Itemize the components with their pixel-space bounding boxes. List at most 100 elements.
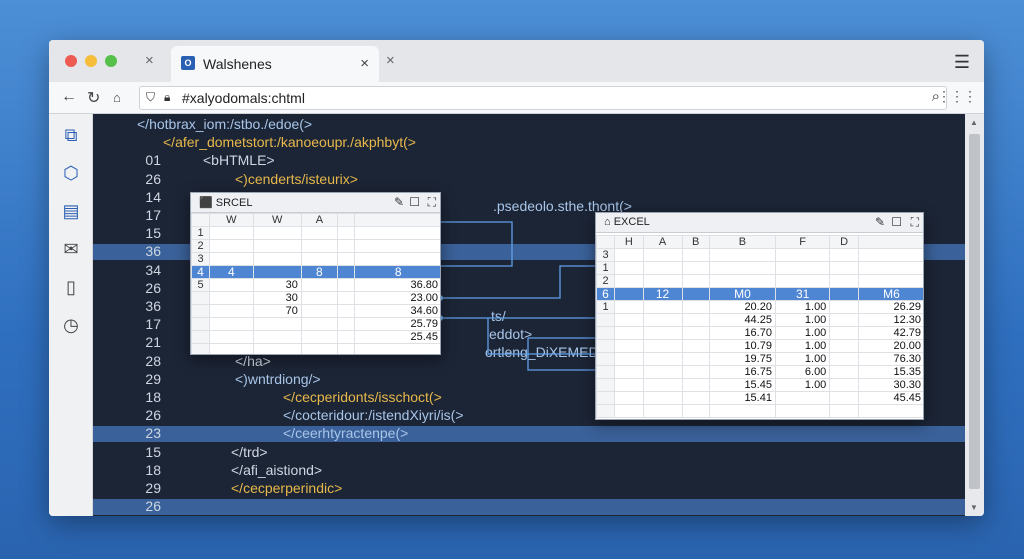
cell[interactable]: 30 — [252, 291, 302, 305]
cell[interactable] — [681, 274, 710, 288]
cell[interactable] — [336, 330, 356, 344]
cell[interactable] — [642, 365, 683, 379]
cell[interactable] — [252, 330, 302, 344]
row-number[interactable] — [596, 339, 615, 353]
table-row[interactable]: 44 8 8 — [191, 265, 440, 279]
code-line[interactable]: </afi_aistiond> — [231, 462, 322, 478]
cell[interactable] — [300, 239, 338, 253]
expand-icon[interactable]: ⛶ — [911, 215, 919, 230]
cell[interactable] — [614, 326, 644, 340]
cell[interactable] — [252, 252, 302, 266]
row-number[interactable]: 5 — [191, 278, 210, 292]
cell[interactable] — [681, 261, 710, 275]
row-number[interactable] — [191, 330, 210, 344]
cell[interactable] — [642, 352, 683, 366]
cell[interactable] — [642, 261, 683, 275]
close-tab-icon[interactable]: × — [360, 55, 369, 72]
row-number[interactable]: 3 — [596, 248, 615, 262]
mail-icon[interactable]: ✉ — [49, 230, 93, 268]
cell[interactable] — [300, 317, 338, 331]
table-row[interactable]: 3 — [191, 252, 440, 266]
code-line[interactable]: </trd> — [231, 444, 268, 460]
table-row[interactable]: 2 — [191, 239, 440, 253]
cell[interactable] — [681, 339, 710, 353]
cell[interactable] — [681, 248, 710, 262]
cell[interactable] — [614, 274, 644, 288]
cell[interactable]: 12.30 — [857, 313, 923, 327]
clock-icon[interactable]: ◷ — [49, 306, 93, 344]
cell[interactable]: 6.00 — [774, 365, 831, 379]
column-header[interactable]: F — [774, 235, 831, 249]
cell[interactable]: 1.00 — [774, 326, 831, 340]
minimize-window-button[interactable] — [85, 55, 97, 67]
cell[interactable] — [829, 313, 859, 327]
cell[interactable] — [614, 261, 644, 275]
cell[interactable] — [642, 378, 683, 392]
sheet-grid[interactable]: H A B B F D 3 1 2 6 12 M0 31 M6 1 20.20 1.00 26.29 44.25 1.… — [596, 235, 923, 418]
cell[interactable]: 25.45 — [354, 330, 440, 344]
row-number[interactable]: 2 — [596, 274, 615, 288]
cell[interactable] — [642, 248, 683, 262]
row-number[interactable] — [191, 291, 210, 305]
cell[interactable]: 1.00 — [774, 352, 831, 366]
cell[interactable] — [681, 404, 710, 418]
table-row[interactable]: 16.70 1.00 42.79 — [596, 326, 923, 340]
cell[interactable] — [209, 291, 254, 305]
cell[interactable] — [681, 300, 710, 314]
cell[interactable] — [642, 391, 683, 405]
cell[interactable] — [708, 274, 776, 288]
cell[interactable]: 26.29 — [857, 300, 923, 314]
cell[interactable] — [209, 330, 254, 344]
cell[interactable] — [300, 291, 338, 305]
cell[interactable]: 1.00 — [774, 300, 831, 314]
cell[interactable]: 1.00 — [774, 378, 831, 392]
row-number[interactable]: 1 — [191, 226, 210, 240]
table-row[interactable]: 10.79 1.00 20.00 — [596, 339, 923, 353]
cell[interactable]: 20.00 — [857, 339, 923, 353]
cell[interactable]: 15.35 — [857, 365, 923, 379]
spreadsheet-right[interactable]: ⌂ EXCEL ✎ ☐ ⛶ H A B B F D 3 1 2 6 12 M0 31 M6 1 20.20 1.… — [595, 212, 924, 420]
cell[interactable] — [829, 248, 859, 262]
cell[interactable] — [300, 304, 338, 318]
table-row[interactable]: 1 — [191, 226, 440, 240]
cell[interactable]: 15.45 — [708, 378, 776, 392]
row-number[interactable]: 3 — [191, 252, 210, 266]
maximize-icon[interactable]: ☐ — [409, 195, 420, 209]
cell[interactable] — [857, 404, 923, 418]
cell[interactable]: 23.00 — [354, 291, 440, 305]
code-line[interactable]: </afer_dometstort:/kanoeoupr./akphbyt(> — [163, 134, 416, 150]
column-header[interactable] — [596, 235, 615, 249]
row-number[interactable] — [596, 326, 615, 340]
cell[interactable]: 76.30 — [857, 352, 923, 366]
new-tab-close-icon[interactable]: × — [386, 52, 395, 69]
row-number[interactable]: 6 — [596, 287, 615, 301]
cell[interactable] — [829, 365, 859, 379]
cell[interactable] — [829, 378, 859, 392]
cell[interactable]: 42.79 — [857, 326, 923, 340]
row-number[interactable] — [596, 313, 615, 327]
cell[interactable] — [300, 278, 338, 292]
column-header[interactable]: D — [829, 235, 859, 249]
cell[interactable] — [829, 352, 859, 366]
cell[interactable]: 4 — [209, 265, 254, 279]
table-row[interactable]: 16.75 6.00 15.35 — [596, 365, 923, 379]
code-fragment[interactable]: ts/ — [491, 308, 506, 324]
cell[interactable]: 31 — [774, 287, 831, 301]
close-tab-icon[interactable]: × — [145, 52, 154, 69]
table-row[interactable]: 3 — [596, 248, 923, 262]
sheet-grid[interactable]: W W A 1 2 3 4 4 8 8 5 30 36.80 30 23.00 70 34.60 25.79 25.… — [191, 213, 440, 354]
copy-icon[interactable]: ⧉ — [49, 116, 93, 154]
cell[interactable] — [642, 404, 683, 418]
cell[interactable] — [829, 404, 859, 418]
cell[interactable] — [336, 291, 356, 305]
close-window-button[interactable] — [65, 55, 77, 67]
expand-icon[interactable]: ⛶ — [428, 195, 436, 210]
cell[interactable] — [642, 339, 683, 353]
cell[interactable] — [252, 317, 302, 331]
cell[interactable]: 25.79 — [354, 317, 440, 331]
table-row[interactable] — [191, 343, 440, 354]
code-line[interactable]: </ceerhtyractenpe(> — [283, 425, 408, 441]
row-number[interactable]: 4 — [191, 265, 210, 279]
cell[interactable] — [857, 274, 923, 288]
column-header[interactable]: B — [681, 235, 710, 249]
